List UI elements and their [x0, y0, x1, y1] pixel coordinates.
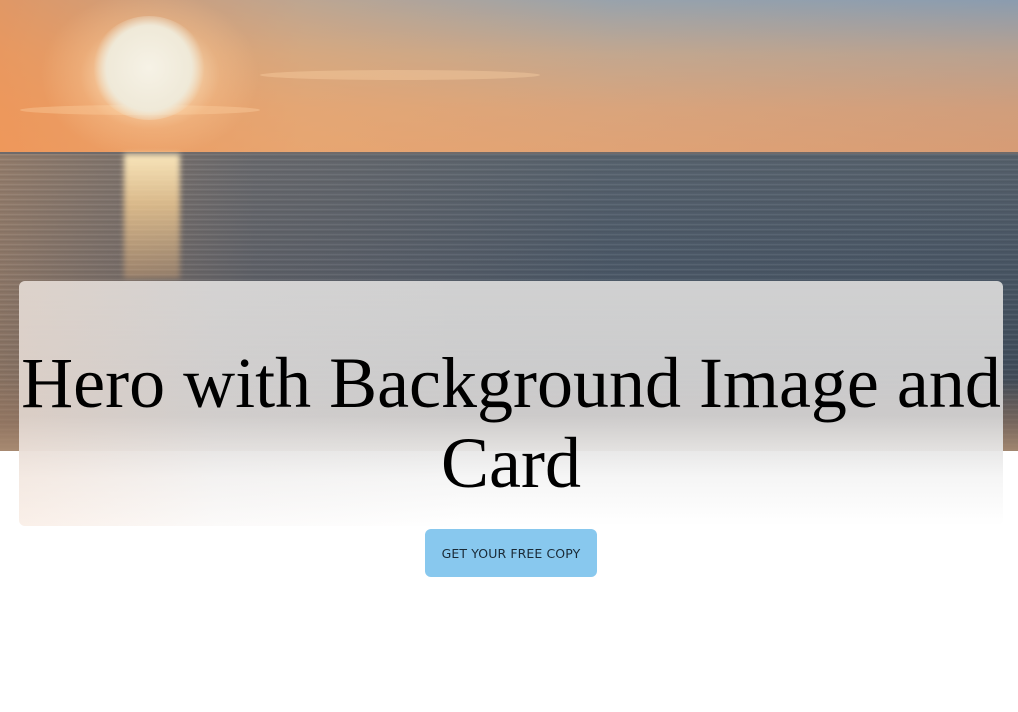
page: Hero with Background Image and Card GET … — [0, 0, 1018, 712]
sun — [92, 16, 206, 120]
cloud-streak — [260, 70, 540, 80]
hero-title: Hero with Background Image and Card — [21, 343, 1001, 503]
sun-reflection — [124, 154, 180, 279]
get-free-copy-button[interactable]: GET YOUR FREE COPY — [425, 529, 597, 577]
hero-card: Hero with Background Image and Card — [19, 281, 1003, 526]
